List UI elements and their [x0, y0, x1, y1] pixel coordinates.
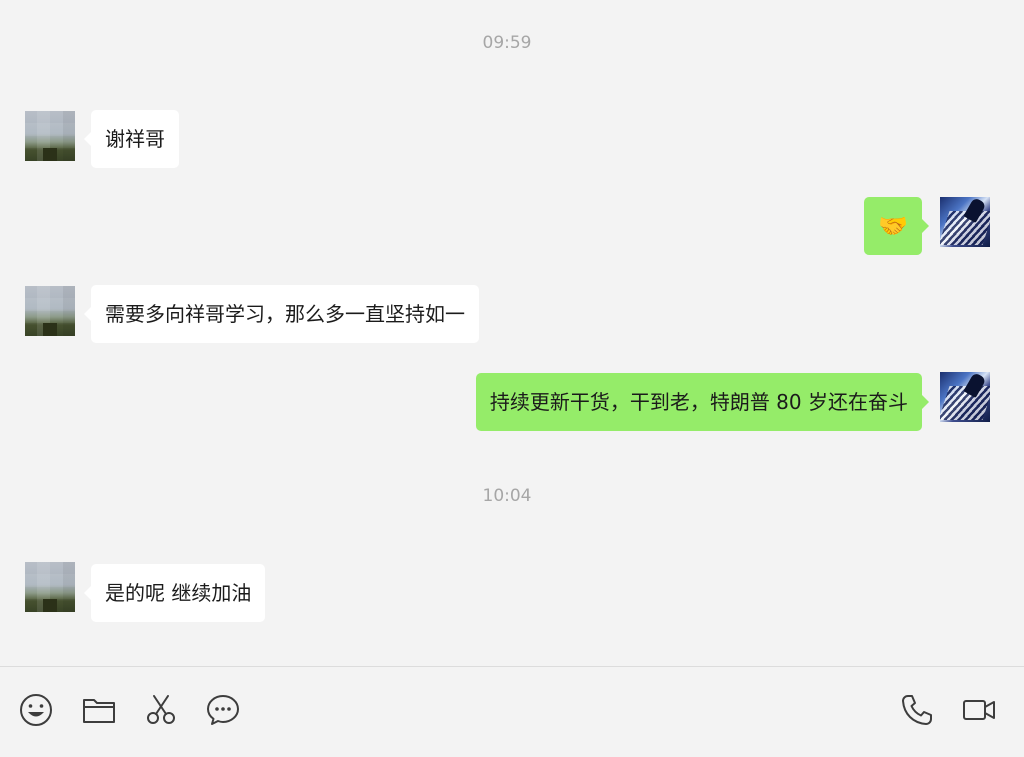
emoji-icon[interactable]: [19, 693, 53, 727]
my-avatar[interactable]: [940, 197, 990, 247]
contact-avatar[interactable]: [25, 562, 75, 612]
received-message-bubble[interactable]: 谢祥哥: [84, 110, 179, 168]
timestamp: 09:59: [482, 33, 532, 53]
chat-bubble-icon[interactable]: [206, 693, 240, 727]
handshake-emoji: 🤝: [878, 212, 908, 240]
phone-icon[interactable]: [900, 693, 934, 727]
input-toolbar: [0, 667, 1024, 757]
chat-message-area[interactable]: 09:59 谢祥哥 🤝 需要多向祥哥学习，那么多一直坚持如一 持续更新干货，干到…: [0, 0, 1024, 666]
received-message-bubble[interactable]: 需要多向祥哥学习，那么多一直坚持如一: [84, 285, 479, 343]
contact-avatar[interactable]: [25, 111, 75, 161]
received-message-bubble[interactable]: 是的呢 继续加油: [83, 564, 266, 622]
my-avatar[interactable]: [940, 372, 990, 422]
timestamp: 10:04: [482, 486, 532, 506]
folder-icon[interactable]: [82, 693, 116, 727]
sent-message-bubble[interactable]: 持续更新干货，干到老，特朗普 80 岁还在奋斗: [475, 373, 930, 431]
scissors-icon[interactable]: [144, 693, 178, 727]
video-call-icon[interactable]: [962, 693, 996, 727]
sent-message-bubble[interactable]: 🤝: [864, 197, 929, 255]
contact-avatar[interactable]: [25, 286, 75, 336]
